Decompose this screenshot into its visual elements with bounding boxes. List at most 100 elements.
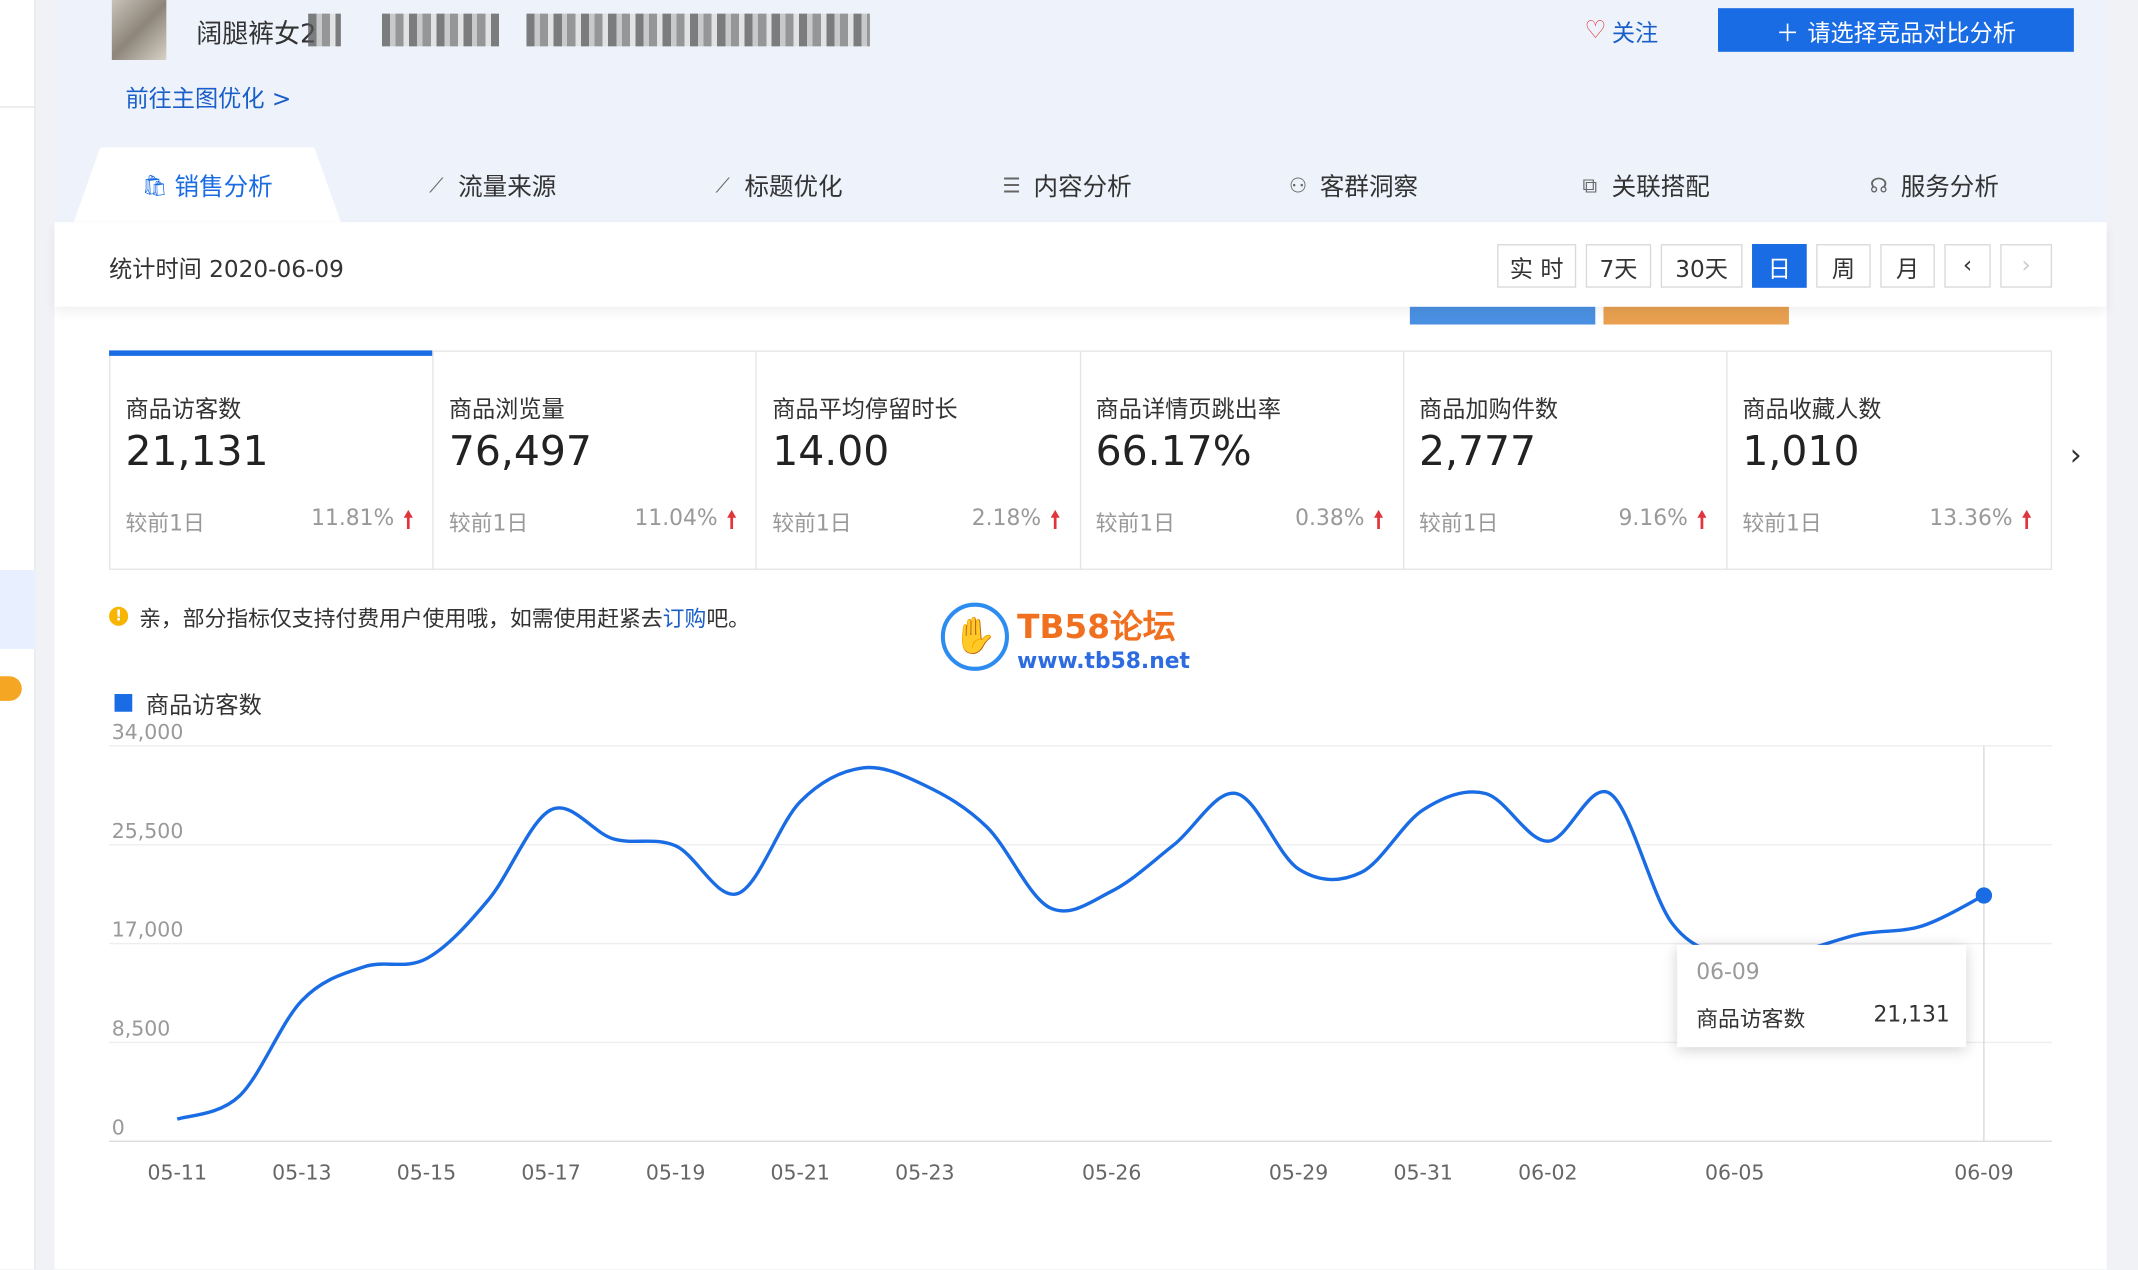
chevron-left-icon: ‹	[1962, 252, 1973, 280]
metric-card-add-to-cart[interactable]: 商品加购件数 2,777 较前1日 9.16% 🠕	[1404, 351, 1728, 569]
legend-label: 商品访客数	[145, 692, 262, 720]
document-icon: ☰	[1002, 172, 1021, 198]
arrow-up-icon: 🠕	[1050, 507, 1061, 535]
tab-related-match[interactable]: ⧉ 关联搭配	[1579, 147, 1710, 222]
chart-legend[interactable]: 商品访客数	[114, 686, 262, 720]
line-chart-icon: ⟋	[715, 172, 730, 198]
users-icon: ⚇	[1288, 172, 1308, 198]
metric-card-bounce-rate[interactable]: 商品详情页跳出率 66.17% 较前1日 0.38% 🠕	[1081, 351, 1404, 569]
metric-value: 76,497	[448, 428, 592, 476]
metric-card-favorites[interactable]: 商品收藏人数 1,010 较前1日 13.36% 🠕	[1727, 352, 2050, 569]
metric-value: 2,777	[1418, 428, 1537, 476]
chart-tooltip: 06-09 商品访客数 21,131	[1677, 944, 1967, 1048]
x-tick-label: 05-31	[1394, 1160, 1453, 1184]
tooltip-series-name: 商品访客数	[1696, 1006, 1806, 1033]
tab-label: 关联搭配	[1611, 172, 1710, 202]
metric-label: 商品平均停留时长	[772, 396, 958, 425]
left-nav-indicator[interactable]	[0, 676, 22, 701]
headset-icon: ☊	[1869, 172, 1888, 198]
tab-label: 内容分析	[1033, 172, 1132, 202]
tab-label: 客群洞察	[1319, 172, 1419, 202]
tab-label: 服务分析	[1900, 172, 1999, 202]
product-title: 阔腿裤女2	[196, 19, 317, 50]
metric-compare-label: 较前1日	[125, 509, 205, 536]
x-tick-label: 06-05	[1705, 1160, 1764, 1184]
range-day-button[interactable]: 日	[1752, 244, 1807, 288]
x-tick-label: 05-26	[1082, 1160, 1141, 1184]
y-tick-label: 25,500	[112, 819, 184, 843]
tooltip-value: 21,131	[1873, 1000, 1950, 1027]
watermark-title: TB58论坛	[1017, 608, 1176, 647]
range-week-button[interactable]: 周	[1816, 244, 1871, 288]
metric-compare-label: 较前1日	[772, 509, 852, 536]
analysis-tabs: 🛍 销售分析 ⟋ 流量来源 ⟋ 标题优化 ☰ 内容分析 ⚇ 客群洞察 ⧉ 关联搭…	[55, 147, 2107, 222]
legend-swatch	[114, 694, 133, 712]
range-30d-button[interactable]: 30天	[1660, 244, 1743, 288]
plus-icon: ＋	[1775, 19, 1800, 46]
tab-service-analysis[interactable]: ☊ 服务分析	[1868, 147, 1999, 222]
tab-title-optimization[interactable]: ⟋ 标题优化	[712, 147, 842, 222]
metric-change-pct: 9.16%	[1618, 504, 1688, 531]
metric-label: 商品详情页跳出率	[1095, 396, 1282, 425]
x-tick-label: 05-29	[1269, 1160, 1328, 1184]
metric-label: 商品加购件数	[1418, 396, 1559, 425]
tab-sales-analysis[interactable]: 🛍 销售分析	[142, 147, 273, 222]
metric-card-avg-stay[interactable]: 商品平均停留时长 14.00 较前1日 2.18% 🠕	[757, 351, 1081, 569]
arrow-up-icon: 🠕	[403, 507, 414, 535]
metric-change-pct: 11.81%	[311, 504, 395, 531]
chevron-right-icon: ›	[2021, 252, 2031, 280]
x-tick-label: 05-19	[646, 1160, 705, 1184]
date-filter-bar: 统计时间 2020-06-09 实 时 7天 30天 日 周 月 ‹ ›	[54, 222, 2107, 307]
metric-card-visitors[interactable]: 商品访客数 21,131 较前1日 11.81% 🠕	[109, 350, 434, 569]
subscribe-link[interactable]: 订购	[663, 605, 707, 631]
prev-date-button[interactable]: ‹	[1944, 244, 1991, 288]
y-tick-label: 0	[112, 1115, 125, 1139]
main-panel: 阔腿裤女2 ♡ 关注 ＋ 请选择竞品对比分析 前往主图优化 > 🛍 销售分析 ⟋…	[54, 0, 2107, 1270]
arrow-up-icon: 🠕	[2021, 507, 2032, 535]
hand-logo-icon: ✋	[940, 602, 1009, 671]
range-month-button[interactable]: 月	[1880, 244, 1935, 288]
tab-audience-insight[interactable]: ⚇ 客群洞察	[1287, 147, 1418, 222]
tab-traffic-source[interactable]: ⟋ 流量来源	[425, 147, 556, 222]
arrow-up-icon: 🠕	[1373, 507, 1384, 535]
metric-value: 14.00	[772, 428, 890, 476]
arrow-up-icon: 🠕	[726, 507, 737, 535]
metric-compare-label: 较前1日	[1418, 509, 1499, 536]
left-nav-divider	[0, 106, 36, 108]
y-tick-label: 17,000	[112, 918, 184, 942]
compare-competitor-button[interactable]: ＋ 请选择竞品对比分析	[1718, 8, 2074, 52]
x-tick-label: 05-15	[397, 1160, 456, 1184]
goto-main-image-link[interactable]: 前往主图优化 >	[125, 79, 291, 113]
link-icon: ⧉	[1582, 172, 1598, 198]
notice-text-end: 吧。	[706, 605, 750, 632]
warning-icon: !	[109, 606, 129, 626]
product-thumbnail	[111, 0, 167, 60]
next-date-button[interactable]: ›	[2000, 244, 2053, 288]
line-chart-icon: ⟋	[429, 172, 444, 198]
metric-compare-label: 较前1日	[448, 509, 529, 536]
range-7d-button[interactable]: 7天	[1585, 244, 1652, 288]
range-realtime-button[interactable]: 实 时	[1497, 244, 1577, 288]
watermark-url: www.tb58.net	[1017, 647, 1190, 674]
left-nav-highlight[interactable]	[0, 569, 36, 650]
compare-label: 请选择竞品对比分析	[1807, 19, 2016, 46]
arrow-up-icon: 🠕	[1696, 507, 1707, 535]
metric-compare-label: 较前1日	[1742, 509, 1822, 536]
watermark: ✋ TB58论坛 www.tb58.net	[940, 600, 1190, 674]
metric-value: 1,010	[1742, 428, 1860, 476]
follow-label: 关注	[1611, 20, 1659, 48]
x-tick-label: 05-11	[148, 1160, 207, 1184]
blurred-title-fragment	[526, 13, 870, 47]
left-nav-strip	[0, 0, 36, 1270]
metric-card-pageviews[interactable]: 商品浏览量 76,497 较前1日 11.04% 🠕	[434, 351, 758, 569]
tooltip-date: 06-09	[1696, 958, 1760, 985]
tab-label: 销售分析	[174, 172, 273, 202]
cards-next-chevron-icon[interactable]: ›	[2070, 439, 2082, 473]
x-tick-label: 05-21	[771, 1160, 830, 1184]
y-tick-label: 34,000	[112, 723, 184, 744]
metric-value: 21,131	[125, 428, 269, 476]
bag-icon: 🛍	[141, 172, 168, 198]
blurred-title-fragment	[308, 13, 341, 47]
tab-content-analysis[interactable]: ☰ 内容分析	[1001, 147, 1132, 222]
follow-button[interactable]: ♡ 关注	[1584, 14, 1658, 48]
